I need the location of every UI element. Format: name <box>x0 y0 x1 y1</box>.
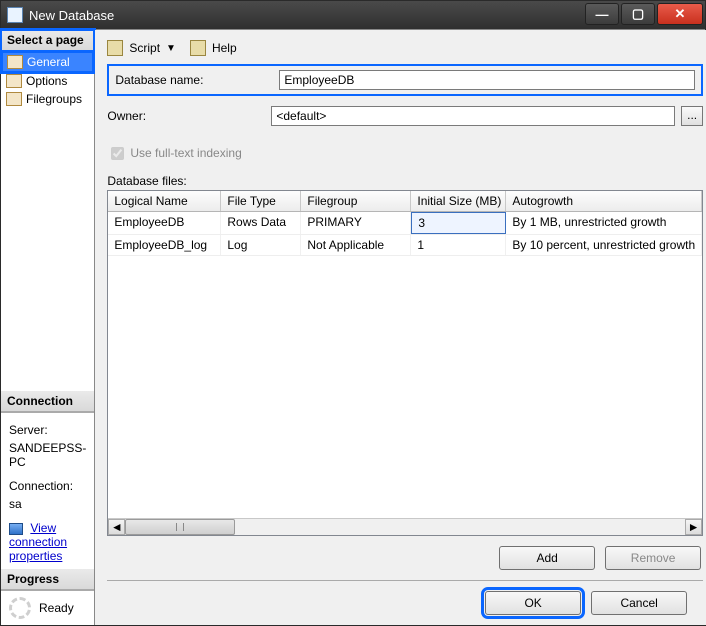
fulltext-label: Use full-text indexing <box>130 146 241 160</box>
cell-file-type[interactable]: Rows Data <box>221 212 301 234</box>
help-button[interactable]: Help <box>212 41 237 55</box>
script-icon <box>107 40 123 56</box>
fulltext-row: Use full-text indexing <box>111 146 703 160</box>
grid-header: Logical Name File Type Filegroup Initial… <box>108 191 702 212</box>
col-logical-name[interactable]: Logical Name <box>108 191 221 211</box>
page-general[interactable]: General <box>2 52 93 72</box>
cell-autogrowth[interactable]: By 10 percent, unrestricted growth <box>506 235 702 255</box>
minimize-button[interactable]: — <box>585 3 619 25</box>
page-filegroups[interactable]: Filegroups <box>2 90 93 108</box>
cell-initial-size[interactable]: 1 <box>411 235 506 255</box>
cell-filegroup[interactable]: Not Applicable <box>301 235 411 255</box>
select-page-header: Select a page <box>1 30 94 51</box>
progress-header: Progress <box>1 569 94 590</box>
horizontal-scrollbar[interactable]: ◄ ► <box>108 518 702 535</box>
cell-filegroup[interactable]: PRIMARY <box>301 212 411 234</box>
page-options[interactable]: Options <box>2 72 93 90</box>
database-files-label: Database files: <box>107 174 703 188</box>
page-label: Filegroups <box>26 92 82 106</box>
remove-button: Remove <box>605 546 701 570</box>
owner-browse-button[interactable]: ... <box>681 106 703 126</box>
scroll-right-icon[interactable]: ► <box>685 519 702 535</box>
titlebar[interactable]: New Database — ▢ ✕ <box>1 1 705 29</box>
cell-logical-name[interactable]: EmployeeDB <box>108 212 221 234</box>
fulltext-checkbox <box>111 147 124 160</box>
progress-spinner-icon <box>9 597 31 619</box>
close-button[interactable]: ✕ <box>657 3 703 25</box>
cell-file-type[interactable]: Log <box>221 235 301 255</box>
script-button[interactable]: Script <box>129 41 160 55</box>
owner-input[interactable] <box>271 106 675 126</box>
maximize-button[interactable]: ▢ <box>621 3 655 25</box>
scroll-thumb[interactable] <box>125 519 235 535</box>
owner-row: Owner: ... <box>107 102 703 130</box>
cell-initial-size[interactable]: 3 <box>411 212 506 234</box>
connection-label: Connection: <box>9 479 86 493</box>
window-title: New Database <box>29 8 585 23</box>
database-name-row: Database name: <box>107 64 703 96</box>
connection-props-icon <box>9 523 23 535</box>
col-filegroup[interactable]: Filegroup <box>301 191 411 211</box>
page-icon <box>6 74 22 88</box>
connection-panel: Server: SANDEEPSS-PC Connection: sa View… <box>1 412 94 569</box>
dialog-window: New Database — ▢ ✕ Select a page General… <box>0 0 706 626</box>
page-icon <box>7 55 23 69</box>
help-icon <box>190 40 206 56</box>
connection-header: Connection <box>1 391 94 412</box>
cancel-button[interactable]: Cancel <box>591 591 687 615</box>
script-dropdown-icon[interactable]: ▼ <box>166 43 176 54</box>
cell-logical-name[interactable]: EmployeeDB_log <box>108 235 221 255</box>
dialog-footer: OK Cancel <box>107 580 703 625</box>
server-label: Server: <box>9 423 86 437</box>
database-name-input[interactable] <box>279 70 695 90</box>
progress-panel: Ready <box>1 590 94 625</box>
col-autogrowth[interactable]: Autogrowth <box>506 191 702 211</box>
toolbar: Script ▼ Help <box>107 38 703 64</box>
scroll-left-icon[interactable]: ◄ <box>108 519 125 535</box>
table-row[interactable]: EmployeeDB Rows Data PRIMARY 3 By 1 MB, … <box>108 212 702 235</box>
add-button[interactable]: Add <box>499 546 595 570</box>
content-pane: Script ▼ Help Database name: Owner: ... … <box>95 30 706 625</box>
scroll-track[interactable] <box>125 519 685 535</box>
cell-autogrowth[interactable]: By 1 MB, unrestricted growth <box>506 212 702 234</box>
database-name-label: Database name: <box>115 73 273 87</box>
progress-value: Ready <box>39 601 74 615</box>
page-label: Options <box>26 74 67 88</box>
database-files-grid[interactable]: Logical Name File Type Filegroup Initial… <box>107 190 703 536</box>
ok-button[interactable]: OK <box>485 591 581 615</box>
table-row[interactable]: EmployeeDB_log Log Not Applicable 1 By 1… <box>108 235 702 256</box>
left-pane: Select a page General Options Filegroups… <box>1 30 95 625</box>
page-list: General Options Filegroups <box>1 51 94 391</box>
server-value: SANDEEPSS-PC <box>9 441 86 469</box>
page-icon <box>6 92 22 106</box>
connection-value: sa <box>9 497 86 511</box>
page-label: General <box>27 55 70 69</box>
col-file-type[interactable]: File Type <box>221 191 301 211</box>
database-icon <box>7 7 23 23</box>
owner-label: Owner: <box>107 109 265 123</box>
col-initial-size[interactable]: Initial Size (MB) <box>411 191 506 211</box>
grid-button-row: Add Remove <box>107 536 703 580</box>
